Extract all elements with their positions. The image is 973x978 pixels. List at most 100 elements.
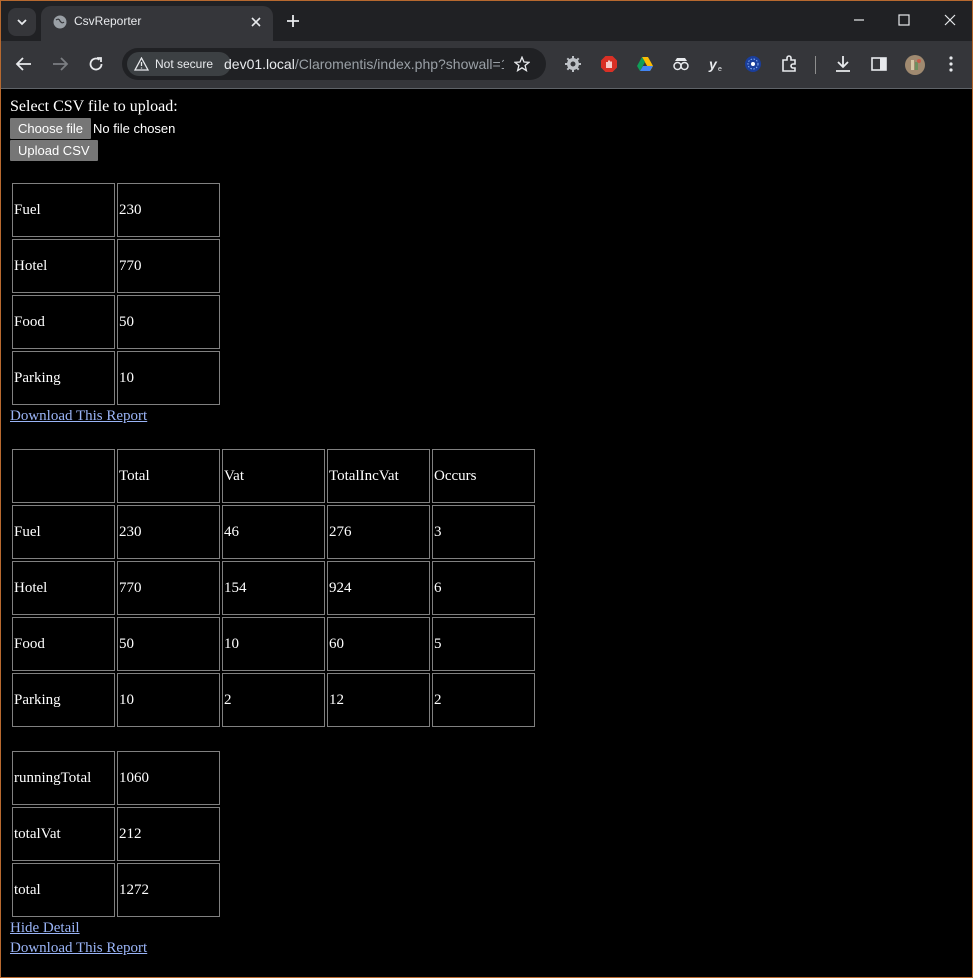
row-value: 1272 [117, 863, 220, 917]
warning-icon [134, 57, 149, 71]
toolbar-divider [815, 56, 816, 74]
download-report-link[interactable]: Download This Report [10, 408, 147, 425]
table-row: Hotel 770 154 924 6 [12, 561, 535, 615]
table-cell: 10 [117, 673, 220, 727]
table-cell: Fuel [12, 505, 115, 559]
table-cell: 3 [432, 505, 535, 559]
table-row: Food 50 [12, 295, 220, 349]
google-drive-extension-icon[interactable] [636, 55, 654, 73]
table-row: Fuel 230 46 276 3 [12, 505, 535, 559]
table-cell: 5 [432, 617, 535, 671]
table-cell: 230 [117, 505, 220, 559]
choose-file-button[interactable]: Choose file [10, 118, 92, 139]
table-row: Fuel 230 [12, 183, 220, 237]
row-value: 1060 [117, 751, 220, 805]
upload-label: Select CSV file to upload: [10, 98, 178, 115]
yoast-extension-icon[interactable]: ye [708, 55, 726, 73]
table-cell: Food [12, 617, 115, 671]
security-chip[interactable]: Not secure [127, 52, 231, 76]
table-cell: 770 [117, 561, 220, 615]
maximize-icon[interactable] [897, 13, 911, 27]
new-tab-icon[interactable] [286, 14, 300, 28]
table-row: Hotel 770 [12, 239, 220, 293]
settings-gear-extension-icon[interactable] [564, 55, 582, 73]
row-value: 10 [117, 351, 220, 405]
table-row: Parking 10 2 12 2 [12, 673, 535, 727]
security-label: Not secure [155, 57, 214, 71]
table-cell: 2 [222, 673, 325, 727]
row-label: Hotel [12, 239, 115, 293]
table-row: Food 50 10 60 5 [12, 617, 535, 671]
table-row: runningTotal 1060 [12, 751, 220, 805]
active-tab[interactable]: CsvReporter [41, 6, 273, 41]
row-value: 230 [117, 183, 220, 237]
upload-csv-button[interactable]: Upload CSV [10, 140, 98, 161]
table-row: totalVat 212 [12, 807, 220, 861]
table-cell: 60 [327, 617, 430, 671]
table-cell: Hotel [12, 561, 115, 615]
svg-text:y: y [708, 56, 718, 72]
chevron-down-icon [17, 19, 27, 26]
tab-title: CsvReporter [74, 14, 142, 28]
table-cell: 2 [432, 673, 535, 727]
download-icon[interactable] [834, 55, 852, 73]
page-content: Select CSV file to upload: Choose file N… [1, 89, 972, 977]
table-cell: 924 [327, 561, 430, 615]
column-header: Total [117, 449, 220, 503]
table-cell: 46 [222, 505, 325, 559]
row-label: Parking [12, 351, 115, 405]
globe-icon [53, 15, 67, 29]
table-cell: 276 [327, 505, 430, 559]
extensions-puzzle-icon[interactable] [780, 55, 798, 73]
close-tab-icon[interactable] [250, 16, 262, 28]
url-text[interactable]: dev01.local/Claromentis/index.php?showal… [224, 56, 504, 72]
side-panel-icon[interactable] [870, 55, 888, 73]
url-path: /Claromentis/index.php?showall=1 [294, 56, 504, 72]
profile-avatar-icon[interactable] [905, 55, 925, 75]
minimize-icon[interactable] [852, 13, 866, 27]
forward-icon[interactable] [51, 55, 69, 73]
row-label: total [12, 863, 115, 917]
table-row: Parking 10 [12, 351, 220, 405]
header-row: Total Vat TotalIncVat Occurs [12, 449, 535, 503]
no-file-text: No file chosen [93, 121, 176, 136]
summary-table: Fuel 230 Hotel 770 Food 50 Parking 10 [10, 181, 222, 407]
url-host: dev01.local [224, 56, 295, 72]
column-header [12, 449, 115, 503]
row-label: totalVat [12, 807, 115, 861]
table-row: total 1272 [12, 863, 220, 917]
table-cell: 50 [117, 617, 220, 671]
browser-window: CsvReporter Not secure dev01.local/Claro… [0, 0, 973, 978]
column-header: Vat [222, 449, 325, 503]
adblock-extension-icon[interactable] [600, 55, 618, 73]
reload-icon[interactable] [87, 55, 105, 73]
row-label: runningTotal [12, 751, 115, 805]
column-header: TotalIncVat [327, 449, 430, 503]
table-cell: Parking [12, 673, 115, 727]
tab-search-button[interactable] [8, 8, 36, 36]
file-input[interactable]: Choose file No file chosen [10, 118, 175, 140]
bookmark-star-icon[interactable] [514, 56, 530, 72]
row-value: 770 [117, 239, 220, 293]
row-label: Fuel [12, 183, 115, 237]
column-header: Occurs [432, 449, 535, 503]
row-value: 212 [117, 807, 220, 861]
back-icon[interactable] [15, 55, 33, 73]
table-cell: 12 [327, 673, 430, 727]
row-label: Food [12, 295, 115, 349]
hide-detail-link[interactable]: Hide Detail [10, 920, 80, 937]
blue-badge-extension-icon[interactable] [744, 55, 762, 73]
browser-toolbar: Not secure dev01.local/Claromentis/index… [1, 41, 972, 89]
download-report-link[interactable]: Download This Report [10, 940, 147, 957]
table-cell: 10 [222, 617, 325, 671]
address-bar[interactable]: Not secure dev01.local/Claromentis/index… [122, 48, 546, 80]
row-value: 50 [117, 295, 220, 349]
totals-table: runningTotal 1060 totalVat 212 total 127… [10, 749, 222, 919]
menu-kebab-icon[interactable] [942, 55, 960, 73]
table-cell: 154 [222, 561, 325, 615]
title-bar: CsvReporter [1, 1, 972, 41]
table-cell: 6 [432, 561, 535, 615]
close-window-icon[interactable] [943, 13, 957, 27]
svg-text:e: e [718, 66, 722, 73]
spy-extension-icon[interactable] [672, 55, 690, 73]
